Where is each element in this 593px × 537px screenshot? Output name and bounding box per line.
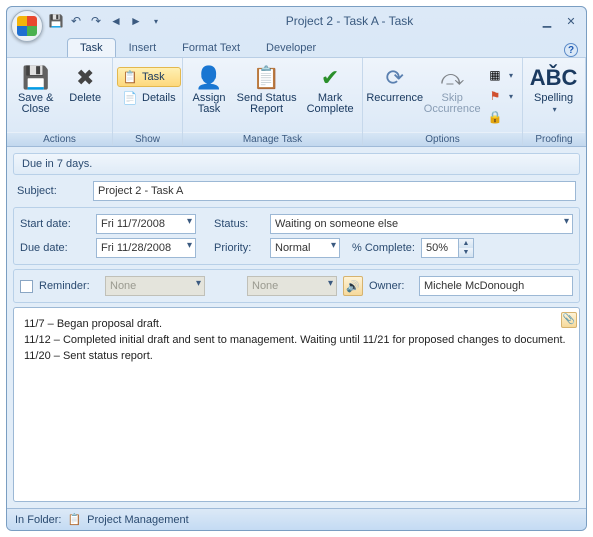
report-icon: 📋 bbox=[253, 64, 281, 92]
recurrence-button[interactable]: ⟳ Recurrence bbox=[367, 61, 422, 108]
office-button[interactable] bbox=[11, 10, 43, 42]
assign-icon: 👤 bbox=[195, 64, 223, 92]
complete-up[interactable]: ▲ bbox=[459, 239, 473, 248]
group-actions-title: Actions bbox=[7, 132, 112, 146]
flag-icon: ⚑ bbox=[487, 88, 503, 104]
skip-icon: ⤼ bbox=[438, 64, 466, 92]
qat-save-icon[interactable]: 💾 bbox=[49, 14, 63, 28]
delete-button[interactable]: ✖ Delete bbox=[62, 61, 108, 107]
skip-occurrence-button[interactable]: ⤼ Skip Occurrence bbox=[424, 61, 479, 118]
tab-task[interactable]: Task bbox=[67, 38, 116, 57]
assign-task-button[interactable]: 👤 Assign Task bbox=[187, 61, 231, 118]
categorize-icon: ▦ bbox=[487, 67, 503, 83]
task-window: 💾 ↶ ↷ ◄ ► ▾ Project 2 - Task A - Task ▁ … bbox=[6, 6, 587, 531]
priority-select[interactable] bbox=[270, 238, 340, 258]
lock-icon: 🔒 bbox=[487, 109, 503, 125]
folder-name: Project Management bbox=[87, 514, 189, 526]
in-folder-label: In Folder: bbox=[15, 514, 61, 526]
owner-input[interactable] bbox=[419, 276, 573, 296]
check-icon: ✔ bbox=[316, 64, 344, 92]
ribbon-tabs: Task Insert Format Text Developer ? bbox=[7, 35, 586, 57]
close-button[interactable]: ✕ bbox=[560, 13, 582, 29]
subject-input[interactable] bbox=[93, 181, 576, 201]
complete-label: % Complete: bbox=[352, 242, 415, 254]
qat-customize-icon[interactable]: ▾ bbox=[149, 14, 163, 28]
notes-area[interactable]: 📎 11/7 – Began proposal draft. 11/12 – C… bbox=[13, 307, 580, 502]
reminder-label: Reminder: bbox=[39, 280, 99, 292]
group-manage-title: Manage Task bbox=[183, 132, 362, 146]
recurrence-icon: ⟳ bbox=[381, 64, 409, 92]
tab-insert[interactable]: Insert bbox=[116, 38, 170, 57]
followup-button[interactable]: ⚑▾ bbox=[482, 86, 518, 106]
spelling-button[interactable]: AB̌C Spelling ▾ bbox=[527, 61, 580, 117]
group-options-title: Options bbox=[363, 132, 522, 146]
start-date-input[interactable] bbox=[96, 214, 196, 234]
spelling-icon: AB̌C bbox=[540, 64, 568, 92]
owner-label: Owner: bbox=[369, 280, 413, 292]
show-task-button[interactable]: 📋 Task bbox=[117, 67, 181, 87]
save-icon: 💾 bbox=[22, 64, 50, 92]
start-date-label: Start date: bbox=[20, 218, 90, 230]
status-bar: In Folder: 📋 Project Management bbox=[7, 508, 586, 530]
show-details-button[interactable]: 📄 Details bbox=[117, 88, 181, 108]
details-icon: 📄 bbox=[122, 90, 138, 106]
status-label: Status: bbox=[214, 218, 264, 230]
categorize-button[interactable]: ▦▾ bbox=[482, 65, 518, 85]
save-close-button[interactable]: 💾 Save & Close bbox=[11, 61, 60, 118]
title-bar: 💾 ↶ ↷ ◄ ► ▾ Project 2 - Task A - Task ▁ … bbox=[7, 7, 586, 35]
help-icon[interactable]: ? bbox=[564, 43, 578, 57]
status-select[interactable] bbox=[270, 214, 573, 234]
due-date-input[interactable] bbox=[96, 238, 196, 258]
minimize-button[interactable]: ▁ bbox=[536, 13, 558, 29]
group-show-title: Show bbox=[113, 132, 182, 146]
qat-redo-icon[interactable]: ↷ bbox=[89, 14, 103, 28]
delete-x-icon: ✖ bbox=[71, 64, 99, 92]
window-title: Project 2 - Task A - Task bbox=[163, 14, 536, 28]
subject-label: Subject: bbox=[17, 185, 87, 197]
reminder-date-input bbox=[105, 276, 205, 296]
qat-next-icon[interactable]: ► bbox=[129, 14, 143, 28]
form-body: Due in 7 days. Subject: Start date: Stat… bbox=[7, 147, 586, 508]
info-bar: Due in 7 days. bbox=[13, 153, 580, 175]
reminder-sound-button[interactable]: 🔊 bbox=[343, 276, 363, 296]
notes-line: 11/7 – Began proposal draft. bbox=[24, 316, 569, 332]
priority-label: Priority: bbox=[214, 242, 264, 254]
notes-options-icon[interactable]: 📎 bbox=[561, 312, 577, 328]
notes-line: 11/20 – Sent status report. bbox=[24, 348, 569, 364]
mark-complete-button[interactable]: ✔ Mark Complete bbox=[302, 61, 358, 118]
notes-line: 11/12 – Completed initial draft and sent… bbox=[24, 332, 569, 348]
office-logo-icon bbox=[17, 16, 37, 36]
speaker-icon: 🔊 bbox=[346, 280, 360, 293]
qat-prev-icon[interactable]: ◄ bbox=[109, 14, 123, 28]
reminder-checkbox[interactable] bbox=[20, 280, 33, 293]
send-status-button[interactable]: 📋 Send Status Report bbox=[233, 61, 300, 118]
qat-undo-icon[interactable]: ↶ bbox=[69, 14, 83, 28]
reminder-time-input bbox=[247, 276, 337, 296]
quick-access-toolbar: 💾 ↶ ↷ ◄ ► ▾ bbox=[49, 14, 163, 28]
group-proofing-title: Proofing bbox=[523, 132, 585, 146]
task-icon: 📋 bbox=[122, 69, 138, 85]
tab-format-text[interactable]: Format Text bbox=[169, 38, 253, 57]
due-date-label: Due date: bbox=[20, 242, 90, 254]
ribbon: 💾 Save & Close ✖ Delete Actions 📋 Task 📄… bbox=[7, 57, 586, 147]
private-button[interactable]: 🔒 bbox=[482, 107, 518, 127]
complete-input[interactable] bbox=[421, 238, 459, 258]
complete-down[interactable]: ▼ bbox=[459, 248, 473, 257]
tab-developer[interactable]: Developer bbox=[253, 38, 329, 57]
folder-icon: 📋 bbox=[67, 513, 81, 526]
